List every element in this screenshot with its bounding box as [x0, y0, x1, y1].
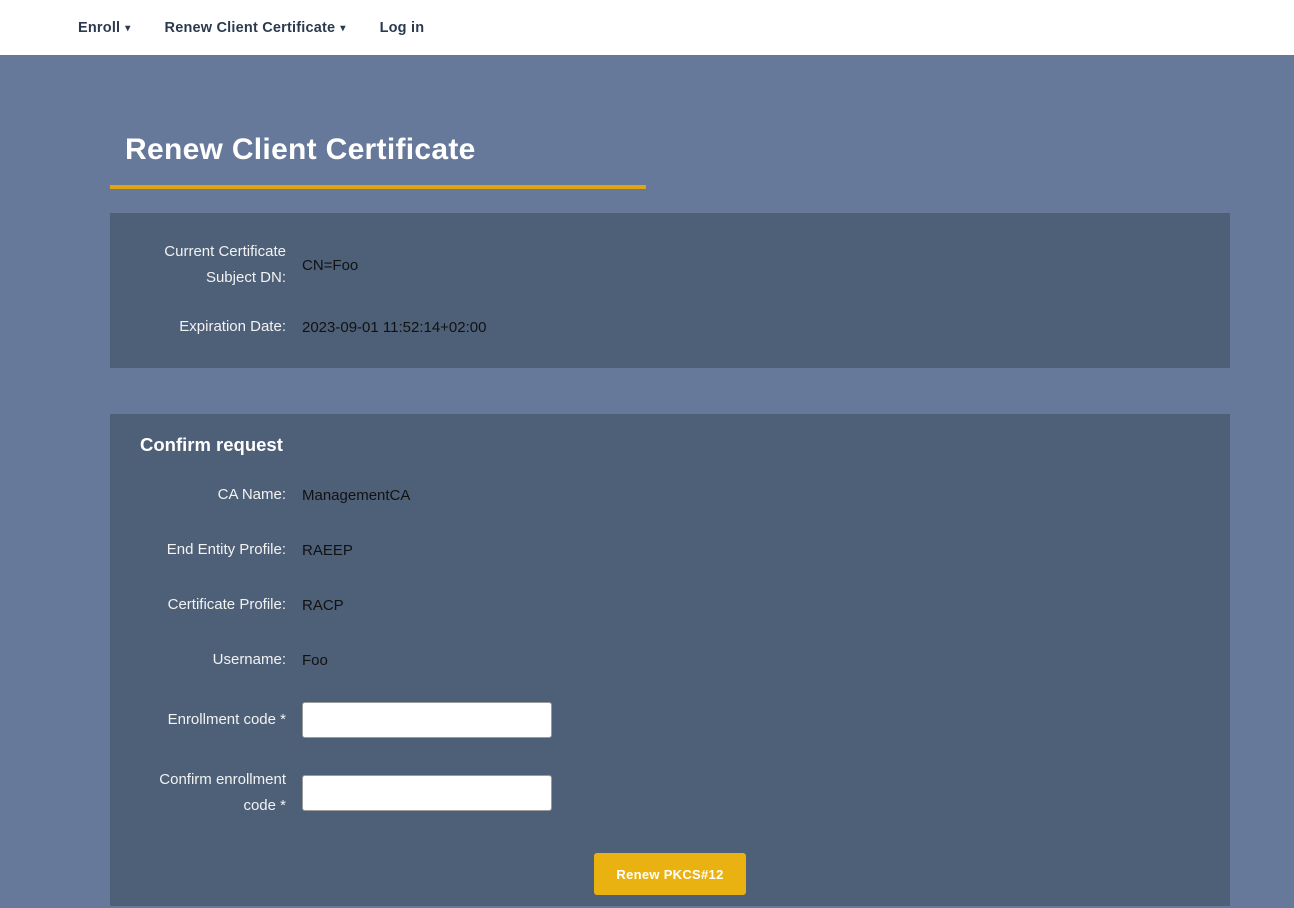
end-entity-profile-value: RAEEP: [302, 542, 353, 559]
nav-enroll-label: Enroll: [78, 20, 120, 36]
expiration-date-value: 2023-09-01 11:52:14+02:00: [302, 319, 486, 336]
subject-dn-label: Current Certificate Subject DN:: [110, 239, 286, 291]
info-row-subject-dn: Current Certificate Subject DN: CN=Foo: [110, 239, 1230, 291]
page-title-block: Renew Client Certificate: [110, 133, 646, 189]
end-entity-profile-label: End Entity Profile:: [110, 537, 286, 563]
nav-renew-label: Renew Client Certificate: [165, 20, 336, 36]
field-row-end-entity-profile: End Entity Profile: RAEEP: [110, 537, 1230, 563]
ca-name-value: ManagementCA: [302, 487, 410, 504]
field-row-certificate-profile: Certificate Profile: RACP: [110, 592, 1230, 618]
field-row-username: Username: Foo: [110, 647, 1230, 673]
confirm-request-heading: Confirm request: [140, 434, 1230, 456]
expiration-date-label: Expiration Date:: [110, 314, 286, 340]
certificate-info-card: Current Certificate Subject DN: CN=Foo E…: [110, 213, 1230, 368]
info-row-expiration-date: Expiration Date: 2023-09-01 11:52:14+02:…: [110, 314, 1230, 340]
nav-log-in[interactable]: Log in: [380, 20, 425, 36]
ca-name-label: CA Name:: [110, 482, 286, 508]
page-title: Renew Client Certificate: [125, 133, 646, 167]
renew-pkcs12-button[interactable]: Renew PKCS#12: [594, 853, 745, 895]
certificate-profile-value: RACP: [302, 597, 344, 614]
chevron-down-icon: ▾: [125, 23, 130, 34]
confirm-request-card: Confirm request CA Name: ManagementCA En…: [110, 414, 1230, 906]
button-row: Renew PKCS#12: [110, 853, 1230, 895]
field-row-confirm-enrollment-code: Confirm enrollment code *: [110, 767, 1230, 819]
subject-dn-value: CN=Foo: [302, 257, 358, 274]
enrollment-code-input[interactable]: [302, 702, 552, 738]
field-row-enrollment-code: Enrollment code *: [110, 702, 1230, 738]
username-label: Username:: [110, 647, 286, 673]
nav-login-label: Log in: [380, 20, 425, 36]
enrollment-code-label: Enrollment code *: [110, 707, 286, 733]
certificate-profile-label: Certificate Profile:: [110, 592, 286, 618]
nav-renew-client-certificate[interactable]: Renew Client Certificate ▾: [165, 20, 346, 36]
confirm-enrollment-code-label: Confirm enrollment code *: [110, 767, 286, 819]
nav-enroll[interactable]: Enroll ▾: [78, 20, 131, 36]
chevron-down-icon: ▾: [340, 23, 345, 34]
top-navbar: Enroll ▾ Renew Client Certificate ▾ Log …: [0, 0, 1294, 55]
confirm-enrollment-code-input[interactable]: [302, 775, 552, 811]
username-value: Foo: [302, 652, 328, 669]
field-row-ca-name: CA Name: ManagementCA: [110, 482, 1230, 508]
